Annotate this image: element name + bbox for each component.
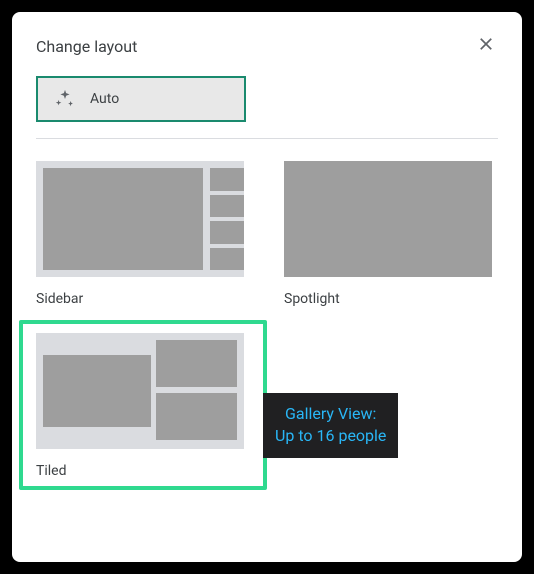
- sidebar-thumbnail: [36, 161, 244, 277]
- auto-row: Auto: [36, 76, 498, 122]
- divider: [36, 138, 498, 139]
- spotlight-thumbnail: [284, 161, 492, 277]
- layout-option-sidebar[interactable]: Sidebar: [36, 161, 250, 307]
- layout-option-tiled[interactable]: Tiled: [36, 333, 250, 479]
- close-icon: [477, 35, 495, 57]
- layout-option-auto[interactable]: Auto: [36, 76, 246, 122]
- change-layout-dialog: Change layout Auto: [12, 12, 522, 562]
- tiled-label: Tiled: [36, 463, 250, 479]
- dialog-header: Change layout: [36, 34, 498, 58]
- tooltip-line1: Gallery View:: [275, 403, 386, 425]
- tooltip-line2: Up to 16 people: [275, 425, 386, 447]
- layout-option-spotlight[interactable]: Spotlight: [284, 161, 498, 307]
- sparkle-icon: [54, 88, 76, 110]
- sidebar-label: Sidebar: [36, 291, 250, 307]
- tiled-thumbnail: [36, 333, 244, 449]
- auto-label: Auto: [90, 91, 119, 107]
- dialog-title: Change layout: [36, 37, 137, 56]
- spotlight-label: Spotlight: [284, 291, 498, 307]
- tiled-tooltip: Gallery View: Up to 16 people: [263, 393, 398, 458]
- close-button[interactable]: [474, 34, 498, 58]
